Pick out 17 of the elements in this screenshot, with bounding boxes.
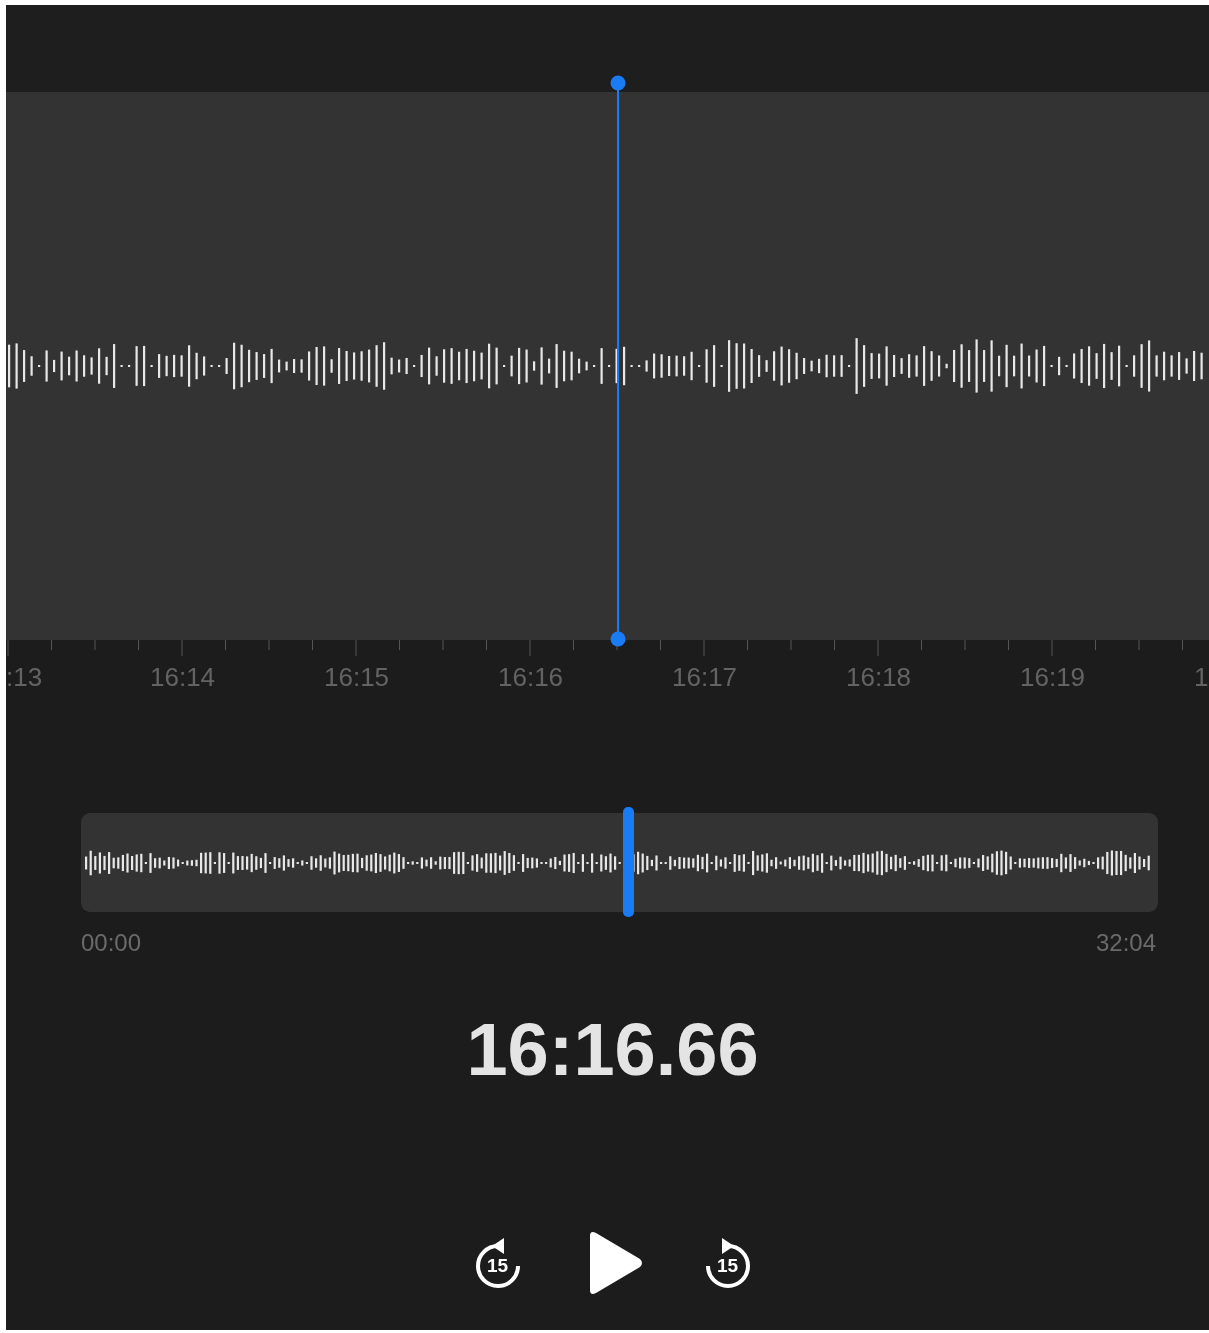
- circular-arrow-icon: [703, 1236, 752, 1290]
- skip-forward-button[interactable]: 15: [703, 1236, 752, 1290]
- ruler-label: 16:19: [1020, 662, 1086, 692]
- ruler-label: 16:17: [672, 662, 738, 692]
- ruler-label: 16:15: [324, 662, 390, 692]
- ruler-label: 16:18: [846, 662, 912, 692]
- ruler-label: 1: [1194, 662, 1209, 692]
- skip-back-button[interactable]: 15: [473, 1236, 522, 1290]
- start-time: 00:00: [81, 928, 142, 958]
- ruler-label: 16:14: [150, 662, 216, 692]
- playhead[interactable]: [610, 75, 626, 647]
- scrubber-handle[interactable]: [623, 807, 635, 917]
- ruler-label: :13: [6, 662, 43, 692]
- end-time: 32:04: [1095, 928, 1156, 958]
- ruler-label: 16:16: [498, 662, 564, 692]
- current-time: 16:16.66: [465, 1010, 760, 1090]
- circular-arrow-icon: [473, 1236, 522, 1290]
